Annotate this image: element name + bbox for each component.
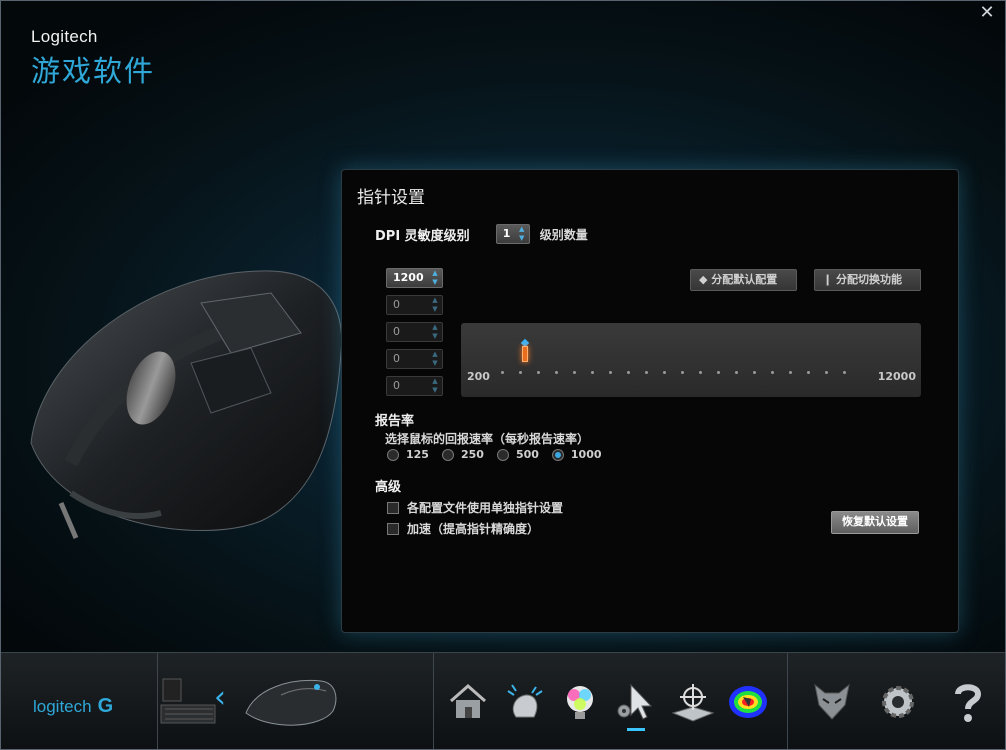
app-title: 游戏软件 [31,54,156,88]
rate-option-250[interactable]: 250 [441,448,484,461]
settings-icon[interactable] [875,679,921,725]
rate-label: 250 [460,448,484,461]
dpi-levels-row: DPI 灵敏度级别 1 ▲ ▼ 级别数量 [375,224,588,244]
dpi-slider-handle[interactable] [522,346,528,362]
option-label: 各配置文件使用单独指针设置 [407,501,564,515]
dpi-value-text: 0 [393,298,400,311]
slider-tick [753,371,756,374]
brand-header: Logitech 游戏软件 [31,27,155,90]
radio-button[interactable] [496,448,509,461]
slider-tick [519,371,522,374]
pointer-settings-icon[interactable] [613,679,659,725]
rate-option-1000[interactable]: 1000 [551,448,602,461]
slider-tick [537,371,540,374]
advanced-title: 高级 [375,480,402,495]
stepper-arrows-icon[interactable]: ▲ ▼ [430,269,440,287]
help-icon[interactable] [945,679,991,725]
stepper-arrows-icon[interactable]: ▲ ▼ [430,323,440,341]
dpi-value-4[interactable]: 0 ▲ ▼ [386,349,443,369]
stepper-arrows-icon[interactable]: ▲ ▼ [430,377,440,395]
option-label: 加速（提高指针精确度） [407,522,540,536]
customize-buttons-icon[interactable] [502,679,548,725]
stepper-arrows-icon[interactable]: ▲ ▼ [430,350,440,368]
slider-tick [789,371,792,374]
bottom-toolbar: logitech G ‹ [1,652,1005,749]
slider-tick [717,371,720,374]
pointer-settings-panel: 指针设置 DPI 灵敏度级别 1 ▲ ▼ 级别数量 1200 ▲ ▼ 0 ▲ ▼ 0 … [341,169,959,633]
rate-label: 500 [515,448,539,461]
levels-count-label: 级别数量 [539,227,588,242]
slider-tick [609,371,612,374]
slider-tick [663,371,666,374]
slider-tick [807,371,810,374]
divider [433,653,434,749]
report-rate-options: 125 250 500 1000 [387,448,615,461]
dpi-levels-stepper[interactable]: 1 ▲ ▼ [495,224,530,244]
acceleration-option[interactable]: 加速（提高指针精确度） [387,520,539,537]
slider-tick [681,371,684,374]
app-window: ✕ Logitech 游戏软件 指针设置 DPI 灵敏度级别 1 ▲ ▼ 级别数… [0,0,1006,750]
divider [157,653,158,749]
slider-max-label: 12000 [877,370,916,383]
slider-tick [555,371,558,374]
g-logo-icon: G [97,695,114,717]
slider-tick [825,371,828,374]
slider-tick [843,371,846,374]
dpi-value-3[interactable]: 0 ▲ ▼ [386,322,443,342]
heatmap-icon[interactable] [725,679,771,725]
stepper-arrows-icon[interactable]: ▲ ▼ [517,225,527,243]
radio-button[interactable] [441,448,454,461]
rate-option-125[interactable]: 125 [387,448,429,461]
lighting-icon[interactable] [557,679,603,725]
dpi-value-text: 0 [393,325,400,338]
slider-tick [627,371,630,374]
profile-icon[interactable] [809,679,855,725]
report-rate-title: 报告率 [375,414,415,429]
home-icon[interactable] [445,679,491,725]
slider-tick [699,371,702,374]
dpi-slider[interactable]: 200 12000 [461,323,921,397]
panel-title: 指针设置 [357,188,425,208]
dpi-label: DPI 灵敏度级别 [375,228,470,244]
close-button[interactable]: ✕ [977,3,997,23]
slider-tick [591,371,594,374]
dpi-value-text: 1200 [393,271,424,284]
slider-tick [573,371,576,374]
report-rate-subtitle: 选择鼠标的回报速率（每秒报告速率） [385,432,590,446]
logitech-logo: logitech G [33,695,113,718]
keyboard-device-icon[interactable] [159,675,219,727]
rate-label: 1000 [570,448,602,461]
dpi-levels-value: 1 [502,227,511,240]
slider-tick [735,371,738,374]
dpi-value-text: 0 [393,379,400,392]
dpi-value-text: 0 [393,352,400,365]
rate-label: 125 [406,448,429,461]
active-tool-indicator [627,728,645,731]
checkbox[interactable] [387,501,399,514]
dpi-value-5[interactable]: 0 ▲ ▼ [386,376,443,396]
logo-text: logitech [33,696,92,716]
rate-option-500[interactable]: 500 [496,448,539,461]
company-name: Logitech [31,27,98,46]
slider-tick [501,371,504,374]
radio-button[interactable] [387,448,399,461]
dpi-value-1[interactable]: 1200 ▲ ▼ [386,268,443,288]
chevron-left-icon[interactable]: ‹ [214,683,226,713]
checkbox[interactable] [387,522,399,535]
slider-min-label: 200 [467,370,490,383]
dpi-value-2[interactable]: 0 ▲ ▼ [386,295,443,315]
radio-button[interactable] [551,448,564,461]
divider [787,653,788,749]
surface-tuning-icon[interactable] [669,679,715,725]
slider-tick [771,371,774,374]
slider-tick [645,371,648,374]
mouse-device-icon[interactable] [241,673,341,733]
assign-default-button[interactable]: ◆ 分配默认配置 [690,269,797,291]
per-profile-pointer-option[interactable]: 各配置文件使用单独指针设置 [387,499,563,516]
stepper-arrows-icon[interactable]: ▲ ▼ [430,296,440,314]
restore-defaults-button[interactable]: 恢复默认设置 [831,511,919,534]
assign-switch-button[interactable]: ❙ 分配切换功能 [814,269,921,291]
mouse-illustration [30,270,343,539]
